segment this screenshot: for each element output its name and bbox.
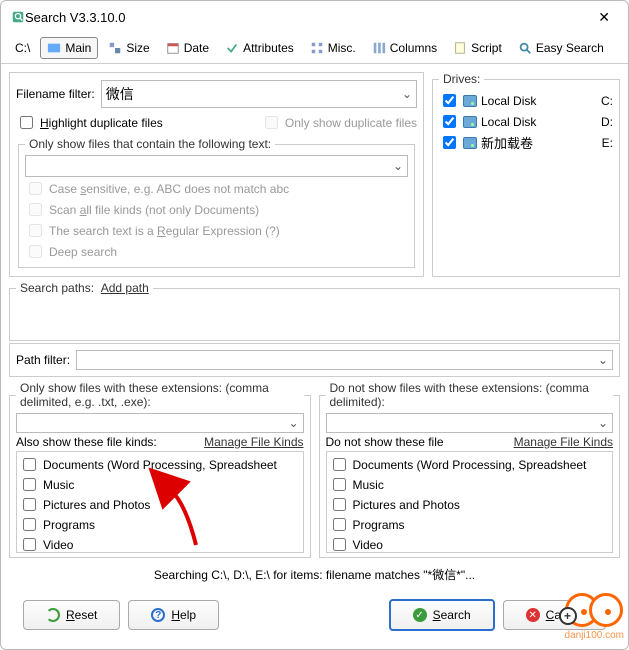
path-filter-group: Path filter: ⌄ (9, 343, 620, 377)
date-icon (166, 41, 180, 55)
highlight-label[interactable]: Highlight duplicate files (40, 116, 163, 130)
tab-easy-search[interactable]: Easy Search (512, 38, 610, 58)
not-ext-input[interactable]: ⌄ (326, 413, 614, 433)
close-button[interactable]: ✕ (590, 9, 618, 26)
filename-input[interactable]: 微信 ⌄ (101, 80, 417, 108)
help-button[interactable]: ?Help (128, 600, 219, 630)
list-item: Programs (19, 515, 301, 534)
tab-columns[interactable]: Columns (366, 38, 443, 58)
list-item: Music (329, 475, 611, 494)
list-item: Documents (Word Processing, Spreadsheet (329, 455, 611, 474)
help-icon: ? (151, 608, 165, 622)
tab-drive[interactable]: C:\ (9, 38, 36, 58)
list-item: Video (19, 535, 301, 553)
deep-search-checkbox (29, 245, 42, 258)
text-search-group: Only show files that contain the followi… (18, 137, 415, 268)
also-kinds-label: Also show these file kinds: (16, 435, 157, 449)
only-extensions-group: Only show files with these extensions: (… (9, 381, 311, 558)
list-item: Video (329, 535, 611, 553)
app-icon (11, 10, 25, 24)
tab-bar: C:\ Main Size Date Attributes Misc. Colu… (1, 33, 628, 64)
search-button[interactable]: ✓Search (389, 599, 495, 631)
text-search-input[interactable]: ⌄ (25, 155, 408, 177)
disk-icon (463, 95, 477, 107)
path-filter-label: Path filter: (16, 353, 70, 367)
attr-icon (225, 41, 239, 55)
only-duplicate-checkbox (265, 116, 278, 129)
text-search-legend: Only show files that contain the followi… (25, 137, 275, 151)
not-kinds-list[interactable]: Documents (Word Processing, Spreadsheet … (326, 451, 614, 553)
drives-legend: Drives: (439, 72, 484, 86)
reset-icon (46, 608, 60, 622)
drives-group: Drives: Local DiskC: Local DiskD: 新加载卷E: (432, 72, 620, 277)
add-path-link[interactable]: Add path (101, 281, 149, 295)
drive-item[interactable]: Local DiskD: (439, 111, 613, 132)
also-kinds-list[interactable]: Documents (Word Processing, Spreadsheet … (16, 451, 304, 553)
disk-icon (463, 116, 477, 128)
search-paths-group: Search paths: Add path (9, 281, 620, 341)
main-icon (47, 41, 61, 55)
case-sensitive-checkbox (29, 182, 42, 195)
path-filter-input[interactable]: ⌄ (76, 350, 613, 370)
close-icon: ✕ (526, 608, 540, 622)
chevron-down-icon: ⌄ (402, 87, 412, 101)
list-item: Programs (329, 515, 611, 534)
window-title: Search V3.3.10.0 (25, 10, 590, 25)
easy-icon (518, 41, 532, 55)
chevron-down-icon: ⌄ (598, 416, 608, 430)
list-item: Pictures and Photos (19, 495, 301, 514)
status-text: Searching C:\, D:\, E:\ for items: filen… (7, 560, 622, 589)
not-kinds-label: Do not show these file (326, 435, 444, 449)
drive-item[interactable]: 新加载卷E: (439, 132, 613, 153)
drive-d-checkbox[interactable] (443, 115, 456, 128)
reset-button[interactable]: Reset (23, 600, 120, 630)
tab-misc[interactable]: Misc. (304, 38, 362, 58)
drive-item[interactable]: Local DiskC: (439, 90, 613, 111)
tab-main[interactable]: Main (40, 37, 98, 59)
drive-c-checkbox[interactable] (443, 94, 456, 107)
list-item: Music (19, 475, 301, 494)
cancel-button[interactable]: ✕Cancel (503, 600, 606, 630)
chevron-down-icon: ⌄ (393, 159, 403, 173)
not-extensions-group: Do not show files with these extensions:… (319, 381, 621, 558)
check-icon: ✓ (413, 608, 427, 622)
size-icon (108, 41, 122, 55)
chevron-down-icon: ⌄ (288, 416, 298, 430)
misc-icon (310, 41, 324, 55)
manage-kinds-link[interactable]: Manage File Kinds (204, 435, 303, 449)
tab-size[interactable]: Size (102, 38, 155, 58)
not-ext-legend: Do not show files with these extensions:… (326, 381, 614, 409)
regex-checkbox (29, 224, 42, 237)
filename-group: Filename filter: 微信 ⌄ Highlight duplicat… (9, 72, 424, 277)
only-dup-label: Only show duplicate files (285, 116, 417, 130)
paths-legend: Search paths: Add path (16, 281, 153, 295)
scan-all-checkbox (29, 203, 42, 216)
drive-e-checkbox[interactable] (443, 136, 456, 149)
disk-icon (463, 137, 477, 149)
manage-kinds-link[interactable]: Manage File Kinds (514, 435, 613, 449)
filename-label: Filename filter: (16, 87, 95, 101)
chevron-down-icon: ⌄ (598, 353, 608, 367)
list-item: Documents (Word Processing, Spreadsheet (19, 455, 301, 474)
tab-date[interactable]: Date (160, 38, 215, 58)
columns-icon (372, 41, 386, 55)
tab-attributes[interactable]: Attributes (219, 38, 300, 58)
list-item: Pictures and Photos (329, 495, 611, 514)
only-ext-input[interactable]: ⌄ (16, 413, 304, 433)
tab-script[interactable]: Script (447, 38, 508, 58)
script-icon (453, 41, 467, 55)
highlight-duplicate-checkbox[interactable] (20, 116, 33, 129)
only-ext-legend: Only show files with these extensions: (… (16, 381, 304, 409)
